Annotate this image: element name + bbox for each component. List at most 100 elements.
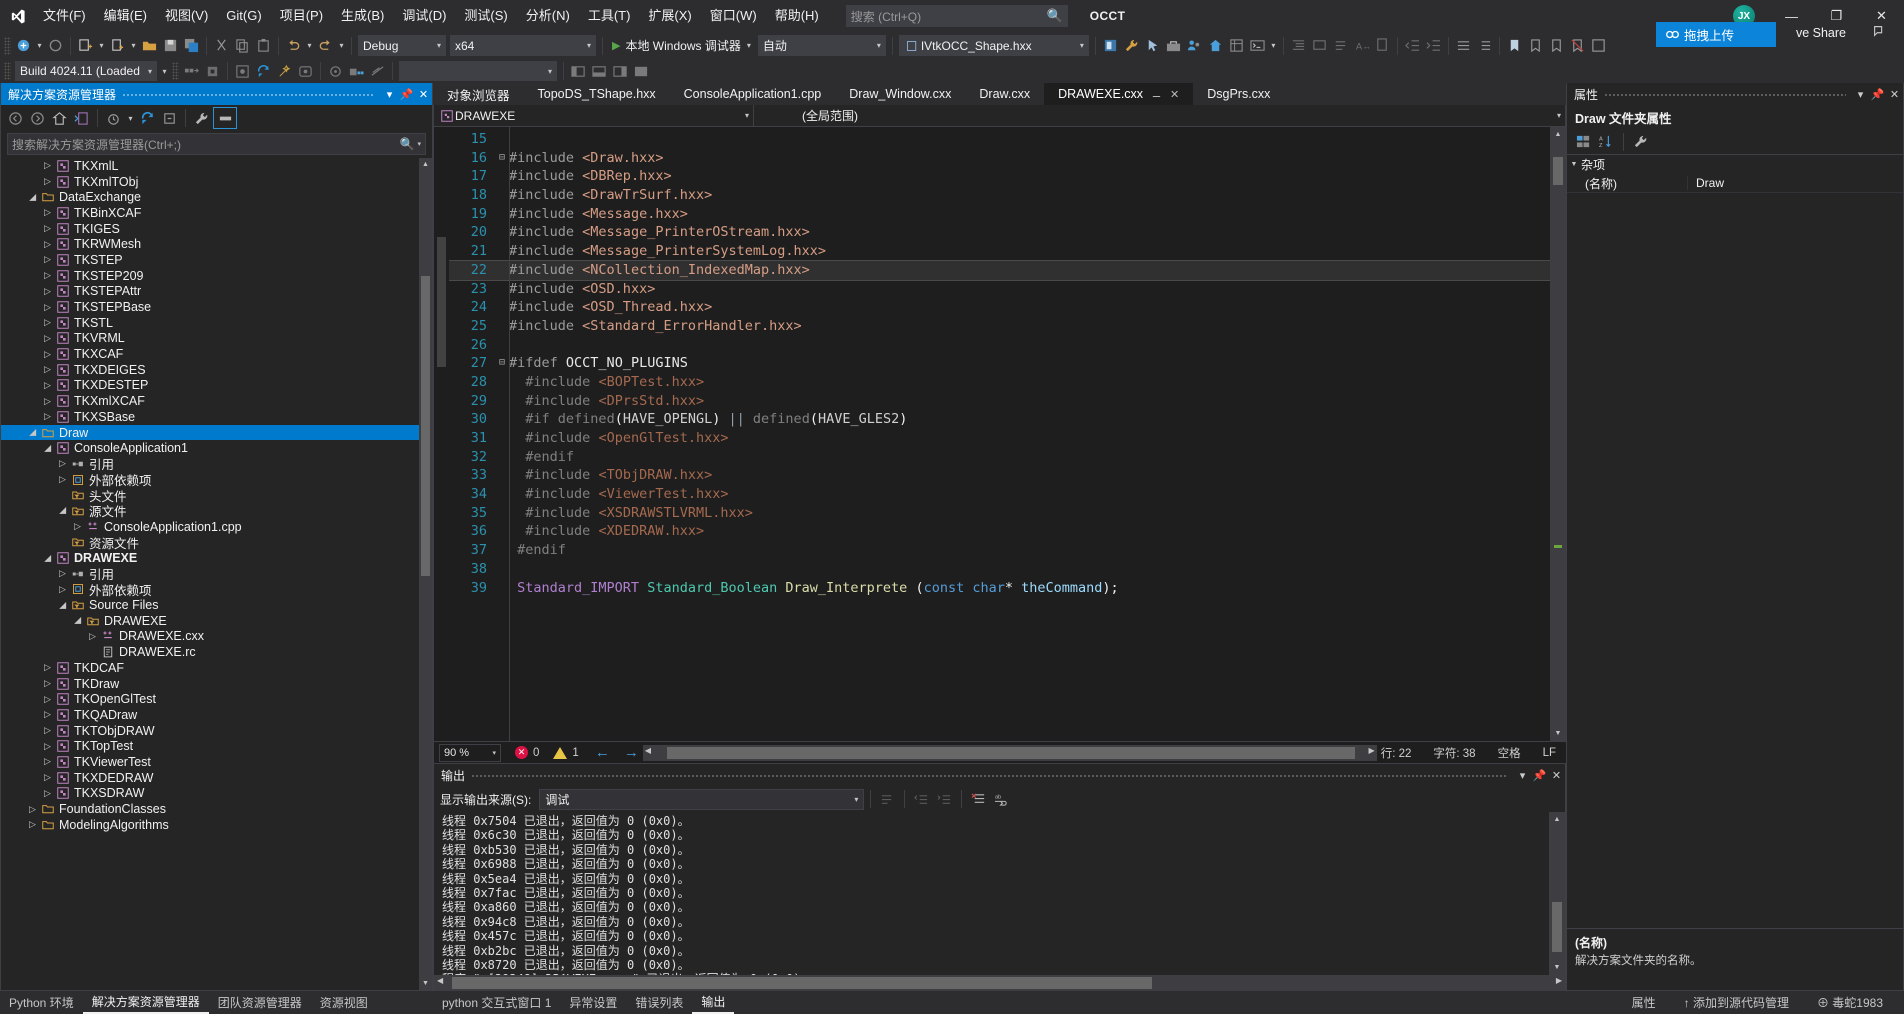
tree-scrollbar[interactable]: ▲ ▼ xyxy=(419,158,432,990)
expand-icon[interactable]: ▷ xyxy=(41,365,54,374)
code-line[interactable]: 16 ⊟ #include <Draw.hxx> xyxy=(449,149,1550,168)
property-pages-icon[interactable] xyxy=(1630,131,1651,153)
editor-tabstrip[interactable]: 对象浏览器 TopoDS_TShape.hxx ConsoleApplication… xyxy=(433,83,1566,105)
tree-item[interactable]: ▷ 外部依赖项 xyxy=(1,582,432,598)
code-line[interactable]: 38 xyxy=(449,560,1550,579)
collapse-icon[interactable]: ◢ xyxy=(42,442,52,455)
scroll-down-icon[interactable]: ▼ xyxy=(1549,960,1565,975)
build-status-combo[interactable]: Build 4024.11 (Loaded ▾ xyxy=(15,61,157,81)
scroll-down-icon[interactable]: ▼ xyxy=(1550,726,1566,741)
properties-icon[interactable] xyxy=(191,107,212,129)
chevron-down-icon[interactable]: ▾ xyxy=(381,88,398,101)
menu-debug[interactable]: 调试(D) xyxy=(393,0,455,32)
expand-icon[interactable]: ▷ xyxy=(26,820,39,829)
expand-icon[interactable]: ▷ xyxy=(41,224,54,233)
chevron-down-icon[interactable]: ▾ xyxy=(1852,88,1869,101)
editor-horizontal-scrollbar[interactable]: ◀ ▶ xyxy=(642,744,1377,761)
status-item[interactable]: 属性 xyxy=(1623,991,1665,1014)
platform-combo[interactable]: x64 ▾ xyxy=(450,35,596,56)
live-share-label[interactable]: ve Share xyxy=(1796,26,1846,40)
expand-icon[interactable]: ▷ xyxy=(41,710,54,719)
tree-item[interactable]: ▷ TKSTEPBase xyxy=(1,299,432,315)
solution-explorer-search[interactable]: 搜索解决方案资源管理器(Ctrl+;) 🔍 ▾ xyxy=(7,133,426,155)
clear-bookmarks-icon[interactable] xyxy=(1567,35,1588,57)
panel-left-icon[interactable] xyxy=(568,60,589,82)
scroll-left-icon[interactable]: ◀ xyxy=(437,976,443,985)
menu-git[interactable]: Git(G) xyxy=(217,0,270,32)
pin-icon[interactable]: ⚊ xyxy=(1152,89,1161,100)
expand-icon[interactable]: ▷ xyxy=(41,239,54,249)
tree-item[interactable]: ▷ TKQADraw xyxy=(1,707,432,723)
scope-selector[interactable]: (全局范围) ▾ xyxy=(754,104,1566,127)
tree-item[interactable]: ▷ TKXmlL xyxy=(1,158,432,174)
tree-item[interactable]: ▷ TKXmlXCAF xyxy=(1,393,432,409)
global-search-box[interactable]: 搜索 (Ctrl+Q) 🔍 xyxy=(845,5,1068,27)
debug-type-combo[interactable]: 自动 ▾ xyxy=(757,35,886,56)
code-view[interactable]: 15 16 ⊟ #include <Draw.hxx> 17 #include <DBRe… xyxy=(434,127,1566,741)
editor-tab[interactable]: Draw_Window.cxx xyxy=(835,83,965,105)
menu-file[interactable]: 文件(F) xyxy=(34,0,95,32)
menu-test[interactable]: 测试(S) xyxy=(455,0,516,32)
target-icon[interactable] xyxy=(295,60,316,82)
go-to-previous-icon[interactable] xyxy=(911,788,932,810)
code-line[interactable]: 22 #include <NCollection_IndexedMap.hxx> xyxy=(449,259,1550,281)
tree-item[interactable]: DRAWEXE.rc xyxy=(1,644,432,660)
clean-icon[interactable] xyxy=(232,60,253,82)
tree-item[interactable]: ▷ TKIGES xyxy=(1,221,432,237)
paste-icon[interactable] xyxy=(253,35,274,57)
collapse-icon[interactable]: ◢ xyxy=(42,552,52,565)
tree-item[interactable]: ▷ 引用 xyxy=(1,566,432,582)
output-horizontal-scrollbar[interactable]: ◀ ▶ xyxy=(434,975,1565,991)
tree-item[interactable]: ▷ TKSTEPAttr xyxy=(1,284,432,300)
zoom-selector[interactable]: 90 % ▾ xyxy=(439,743,501,762)
expand-icon[interactable]: ▷ xyxy=(41,333,54,343)
output-hscroll-thumb[interactable] xyxy=(452,977,1152,989)
add-item-icon[interactable] xyxy=(107,35,128,57)
tree-item[interactable]: ▷ TKVRML xyxy=(1,331,432,347)
scroll-up-icon[interactable]: ▲ xyxy=(1549,812,1565,827)
drag-upload-badge[interactable]: 拖拽上传 xyxy=(1656,22,1776,47)
tree-item[interactable]: ▷ TKSTEP xyxy=(1,252,432,268)
status-item[interactable]: ↑ 添加到源代码管理 xyxy=(1675,991,1798,1014)
tree-item[interactable]: ◢ 源文件 xyxy=(1,503,432,519)
menu-analyze[interactable]: 分析(N) xyxy=(517,0,579,32)
undo-icon[interactable] xyxy=(283,35,304,57)
output-scroll-thumb[interactable] xyxy=(1552,902,1562,952)
expand-icon[interactable]: ▷ xyxy=(41,788,54,798)
code-line[interactable]: 24 #include <OSD_Thread.hxx> xyxy=(449,298,1550,317)
code-line[interactable]: 15 xyxy=(449,130,1550,149)
expand-icon[interactable]: ▷ xyxy=(41,396,54,406)
bottom-tab[interactable]: 错误列表 xyxy=(626,991,692,1014)
tree-item-selected[interactable]: ◢ Draw xyxy=(1,424,432,441)
pin-icon[interactable]: 📌 xyxy=(1531,769,1548,782)
close-icon[interactable]: ✕ xyxy=(1886,88,1903,101)
tree-item[interactable]: ▷ DRAWEXE.cxx xyxy=(1,629,432,645)
output-body[interactable]: 线程 0x7504 已退出，返回值为 0 (0x0)。 线程 0x6c30 已退出… xyxy=(434,812,1565,975)
collapse-icon[interactable]: ◢ xyxy=(72,614,82,627)
collapse-icon[interactable]: ◢ xyxy=(57,599,67,612)
expand-icon[interactable]: ▷ xyxy=(56,584,69,594)
magic-wand-icon[interactable] xyxy=(274,60,295,82)
menu-view[interactable]: 视图(V) xyxy=(156,0,217,32)
code-line[interactable]: 39 Standard_IMPORT Standard_Boolean Draw… xyxy=(449,579,1550,598)
code-line[interactable]: 31 #include <OpenGlTest.hxx> xyxy=(449,429,1550,448)
scroll-left-icon[interactable]: ◀ xyxy=(645,746,651,755)
expand-icon[interactable]: ▷ xyxy=(41,412,54,421)
tree-scroll-thumb[interactable] xyxy=(421,276,430,576)
code-line[interactable]: 18 #include <DrawTrSurf.hxx> xyxy=(449,186,1550,205)
hscroll-thumb[interactable] xyxy=(666,746,1355,759)
tree-item[interactable]: ▷ TKXDEDRAW xyxy=(1,770,432,786)
menu-extensions[interactable]: 扩展(X) xyxy=(639,0,700,32)
expand-icon[interactable]: ▷ xyxy=(41,773,54,782)
tree-item[interactable]: ▷ TKTObjDRAW xyxy=(1,723,432,739)
list-icon[interactable] xyxy=(1453,35,1474,57)
tree-item[interactable]: ▷ TKXSDRAW xyxy=(1,786,432,802)
collapse-all-icon[interactable] xyxy=(159,107,180,129)
new-project-dropdown-icon[interactable]: ▾ xyxy=(34,35,45,57)
code-line[interactable]: 33 #include <TObjDRAW.hxx> xyxy=(449,466,1550,485)
forward-icon[interactable] xyxy=(27,107,48,129)
find-combo[interactable]: ▾ xyxy=(399,61,557,81)
close-icon[interactable]: ✕ xyxy=(415,88,432,101)
output-vertical-scrollbar[interactable]: ▲ ▼ xyxy=(1549,812,1565,975)
build-solution-icon[interactable] xyxy=(181,60,202,82)
